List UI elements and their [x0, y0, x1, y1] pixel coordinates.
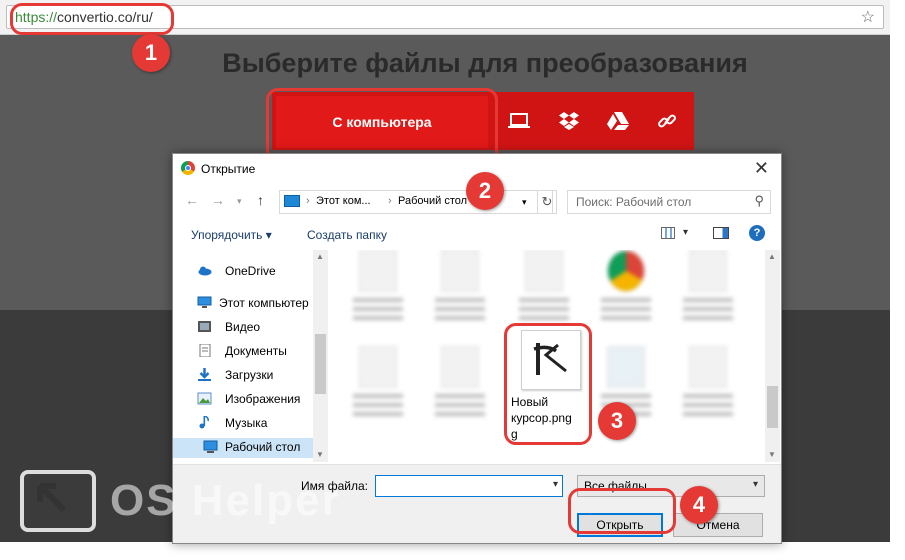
desktop-icon — [203, 440, 218, 453]
breadcrumb-item-computer[interactable]: Этот ком... — [316, 195, 371, 207]
scroll-up-icon[interactable]: ▲ — [768, 252, 776, 261]
downloads-icon — [198, 368, 211, 381]
step-badge-2: 2 — [466, 172, 504, 210]
new-folder-button[interactable]: Создать папку — [307, 228, 387, 242]
search-input[interactable]: Поиск: Рабочий стол ⚲ — [567, 190, 771, 214]
file-item[interactable] — [431, 346, 489, 416]
up-arrow-icon[interactable]: ↑ — [257, 192, 264, 208]
scroll-up-icon[interactable]: ▲ — [316, 252, 324, 261]
chrome-icon — [181, 161, 195, 175]
breadcrumb[interactable]: › Этот ком... › Рабочий стол ▾ — [279, 190, 553, 214]
chevron-down-icon: ▾ — [752, 479, 758, 490]
images-icon — [197, 392, 212, 405]
sidebar-item-video[interactable]: Видео — [197, 318, 317, 338]
search-placeholder: Поиск: Рабочий стол — [576, 195, 692, 209]
scrollbar-thumb[interactable] — [315, 334, 326, 394]
breadcrumb-separator: › — [388, 195, 392, 207]
link-icon[interactable] — [650, 104, 684, 138]
refresh-icon[interactable]: ↻ — [537, 190, 557, 214]
computer-icon — [284, 195, 300, 207]
sidebar-item-images[interactable]: Изображения — [197, 390, 317, 410]
view-icon[interactable] — [661, 227, 675, 239]
file-item[interactable] — [431, 250, 489, 320]
sidebar-item-this-pc[interactable]: Этот компьютер — [197, 294, 317, 314]
dialog-title: Открытие — [201, 162, 256, 176]
callout-url — [10, 3, 174, 35]
page-bottom — [0, 542, 905, 560]
breadcrumb-separator: › — [306, 195, 310, 207]
laptop-icon[interactable] — [502, 104, 536, 138]
navigation-pane: OneDrive Этот компьютер Видео Документы … — [173, 250, 328, 462]
step-badge-3: 3 — [598, 402, 636, 440]
filename-input[interactable]: ▾ — [375, 475, 563, 497]
sidebar-item-desktop[interactable]: Рабочий стол — [173, 438, 313, 458]
sidebar-item-label: Загрузки — [225, 368, 274, 382]
callout-open-button — [568, 488, 676, 534]
computer-icon — [197, 296, 212, 308]
sidebar-item-label: Документы — [225, 344, 287, 358]
sidebar-item-music[interactable]: Музыка — [197, 414, 317, 434]
step-badge-1: 1 — [132, 34, 170, 72]
file-item[interactable] — [597, 250, 655, 320]
documents-icon — [199, 344, 211, 357]
video-icon — [198, 321, 211, 332]
chevron-down-icon[interactable]: ▾ — [683, 227, 688, 238]
step-badge-4: 4 — [680, 486, 718, 524]
file-list-scrollbar[interactable]: ▲ ▼ — [765, 250, 780, 462]
scroll-down-icon[interactable]: ▼ — [316, 450, 324, 459]
scroll-down-icon[interactable]: ▼ — [768, 450, 776, 459]
navigation-scrollbar[interactable]: ▲ ▼ — [313, 250, 328, 462]
preview-pane-icon[interactable] — [713, 227, 729, 239]
watermark-text: OS Helper — [110, 476, 341, 525]
file-item[interactable] — [679, 250, 737, 320]
search-icon: ⚲ — [754, 193, 764, 208]
onedrive-icon — [198, 266, 212, 276]
forward-arrow-icon[interactable]: → — [211, 192, 225, 208]
music-icon — [199, 416, 209, 429]
help-icon[interactable]: ? — [749, 225, 765, 241]
watermark-logo-icon — [20, 470, 96, 532]
sidebar-item-label: Рабочий стол — [225, 440, 301, 454]
file-item[interactable] — [679, 346, 737, 416]
sidebar-item-label: OneDrive — [225, 264, 276, 278]
scrollbar-thumb[interactable] — [767, 386, 778, 428]
sidebar-item-label: Изображения — [225, 392, 301, 406]
organize-button[interactable]: Упорядочить ▾ — [191, 228, 272, 242]
sidebar-item-documents[interactable]: Документы — [197, 342, 317, 362]
file-item[interactable] — [349, 250, 407, 320]
back-arrow-icon[interactable]: ← — [185, 192, 199, 208]
watermark: OS Helper — [20, 470, 360, 540]
file-item[interactable] — [349, 346, 407, 416]
google-drive-icon[interactable] — [601, 104, 635, 138]
sidebar-item-onedrive[interactable]: OneDrive — [197, 262, 317, 282]
sidebar-item-downloads[interactable]: Загрузки — [197, 366, 317, 386]
command-bar: Упорядочить ▾ Создать папку ▾ ? — [173, 222, 781, 248]
star-icon[interactable]: ☆ — [861, 7, 875, 27]
chevron-down-icon[interactable]: ▾ — [553, 479, 558, 490]
sidebar-item-label: Этот компьютер — [219, 296, 309, 310]
sidebar-item-label: Видео — [225, 320, 261, 334]
close-icon[interactable]: ✕ — [754, 158, 769, 179]
recent-chevron-icon[interactable]: ▾ — [237, 196, 242, 207]
chevron-down-icon[interactable]: ▾ — [522, 197, 527, 208]
callout-file — [504, 323, 592, 445]
dropbox-icon[interactable] — [552, 104, 586, 138]
sidebar-item-label: Музыка — [225, 416, 268, 430]
file-item[interactable] — [515, 250, 573, 320]
breadcrumb-item-desktop[interactable]: Рабочий стол — [398, 195, 467, 207]
